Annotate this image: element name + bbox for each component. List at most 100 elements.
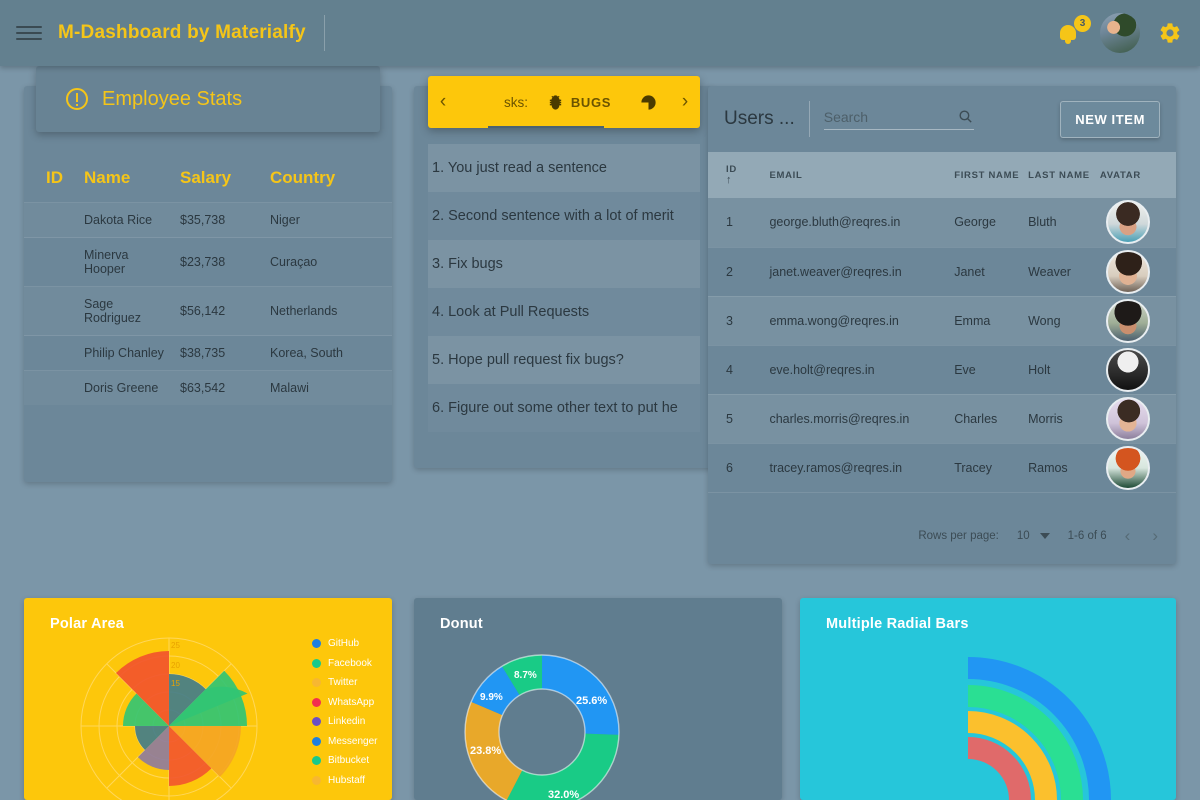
tasks-card: ‹ sks: BUGS › 1. You just read a sentenc… (414, 76, 714, 468)
table-row[interactable]: Sage Rodriguez $56,142 Netherlands (24, 286, 392, 336)
column-header-first-name[interactable]: FIRST NAME (950, 152, 1025, 198)
list-item[interactable]: 3. Fix bugs (428, 240, 700, 288)
column-header-id[interactable]: ID (24, 160, 78, 203)
bug-icon (549, 94, 561, 110)
top-bar-actions: 3 (1058, 13, 1182, 53)
avatar[interactable] (1100, 13, 1140, 53)
tab-tasks[interactable]: sks: (458, 76, 532, 128)
cell-email: tracey.ramos@reqres.in (765, 443, 951, 493)
legend-item[interactable]: GitHub (312, 638, 377, 649)
pagination: Rows per page: 10 1-6 of 6 ‹ › (708, 508, 1176, 564)
rows-per-page-select[interactable]: 10 (1017, 530, 1050, 542)
search-icon[interactable] (957, 108, 974, 125)
table-row[interactable]: 4 eve.holt@reqres.in Eve Holt (708, 345, 1176, 395)
users-table-body: 1 george.bluth@reqres.in George Bluth 2 … (708, 198, 1176, 493)
cell-avatar (1095, 345, 1176, 395)
cell-first-name: Emma (950, 296, 1025, 346)
notification-badge: 3 (1074, 15, 1091, 32)
legend-item[interactable]: Linkedin (312, 716, 377, 727)
cell-salary: $63,542 (174, 370, 264, 405)
cell-country: Netherlands (264, 286, 392, 336)
cell-salary: $38,735 (174, 335, 264, 371)
users-table: ID ↑ EMAIL FIRST NAME LAST NAME AVATAR 1… (708, 152, 1176, 493)
table-row[interactable]: 5 charles.morris@reqres.in Charles Morri… (708, 394, 1176, 444)
table-row[interactable]: 6 tracey.ramos@reqres.in Tracey Ramos (708, 443, 1176, 493)
radial-bars-chart-card: Multiple Radial Bars Vimeo: 76% Messenge… (800, 598, 1176, 800)
cell-name: Dakota Rice (78, 202, 174, 238)
page-title: M-Dashboard by Materialfy (58, 22, 306, 43)
table-row[interactable]: Doris Greene $63,542 Malawi (24, 370, 392, 405)
employee-stats-title: Employee Stats (102, 87, 243, 110)
notifications-button[interactable]: 3 (1058, 15, 1091, 46)
tab-bugs[interactable]: BUGS (532, 76, 626, 128)
tab-tasks-label: sks: (503, 94, 528, 110)
table-row[interactable]: Minerva Hooper $23,738 Curaçao (24, 237, 392, 287)
legend-label: Bitbucket (328, 755, 370, 766)
cell-last-name: Bluth (1024, 198, 1096, 248)
table-row[interactable]: Dakota Rice $35,738 Niger (24, 202, 392, 238)
legend-label: WhatsApp (328, 696, 375, 708)
donut-chart-card: Donut 25.6% 32.0% 23.8% 9.9% 8.7% A (414, 598, 782, 800)
list-item[interactable]: 1. You just read a sentence (428, 144, 700, 192)
divider (808, 101, 810, 137)
legend-item[interactable]: WhatsApp (312, 697, 377, 708)
column-header-avatar[interactable]: AVATAR (1095, 152, 1176, 198)
legend-item[interactable]: Hubstaff (312, 775, 377, 786)
legend-item[interactable]: Bitbucket (312, 755, 377, 766)
avatar (1105, 445, 1150, 490)
column-header-country[interactable]: Country (264, 160, 392, 203)
table-row[interactable]: 3 emma.wong@reqres.in Emma Wong (708, 296, 1176, 346)
column-header-email[interactable]: EMAIL (765, 152, 951, 198)
column-header-last-name[interactable]: LAST NAME (1024, 152, 1096, 198)
cell-id (24, 202, 78, 238)
cell-id: 6 (708, 443, 766, 493)
legend-label: Messenger (328, 735, 378, 747)
divider (323, 15, 325, 51)
avatar (1105, 200, 1150, 245)
cell-avatar (1095, 296, 1176, 346)
cell-last-name: Wong (1024, 296, 1096, 346)
legend-item[interactable]: Messenger (312, 736, 377, 747)
search-input[interactable] (823, 108, 957, 125)
dashboard-page: M-Dashboard by Materialfy 3 Employee Sta… (0, 0, 1200, 800)
cell-avatar (1095, 198, 1176, 248)
list-item[interactable]: 2. Second sentence with a lot of merit (428, 192, 700, 240)
legend-label: GitHub (328, 638, 360, 649)
legend-color-swatch (312, 756, 321, 765)
column-header-id[interactable]: ID ↑ (708, 152, 766, 198)
new-item-button[interactable]: NEW ITEM (1060, 100, 1160, 138)
chevron-left-icon[interactable]: ‹ (428, 91, 458, 113)
donut-label-apple: 25.6% (576, 695, 607, 707)
table-row[interactable]: Philip Chanley $38,735 Korea, South (24, 335, 392, 371)
cell-email: eve.holt@reqres.in (765, 345, 951, 395)
cell-country: Malawi (264, 370, 392, 405)
cell-first-name: George (950, 198, 1025, 248)
search-field[interactable] (823, 108, 974, 130)
cell-id: 2 (708, 247, 766, 297)
rows-per-page-value: 10 (1016, 530, 1030, 542)
table-row[interactable]: 1 george.bluth@reqres.in George Bluth (708, 198, 1176, 248)
hamburger-icon[interactable] (16, 22, 42, 44)
legend-item[interactable]: Facebook (312, 658, 377, 669)
list-item[interactable]: 4. Look at Pull Requests (428, 288, 700, 336)
list-item[interactable]: 5. Hope pull request fix bugs? (428, 336, 700, 384)
chevron-right-icon[interactable]: › (670, 91, 700, 113)
list-item[interactable]: 6. Figure out some other text to put he (428, 384, 700, 432)
tab-pie[interactable] (626, 76, 670, 128)
legend-label: Linkedin (328, 716, 366, 727)
legend-item[interactable]: Twitter (312, 677, 377, 688)
chevron-left-icon[interactable]: ‹ (1125, 526, 1131, 546)
cell-id: 4 (708, 345, 766, 395)
column-header-name[interactable]: Name (78, 160, 174, 203)
avatar (1105, 298, 1150, 343)
tasks-tab-bar: ‹ sks: BUGS › (428, 76, 700, 128)
table-row[interactable]: 2 janet.weaver@reqres.in Janet Weaver (708, 247, 1176, 297)
cell-id (24, 286, 78, 336)
polar-chart-legend: GitHub Facebook Twitter WhatsApp Linkedi… (312, 638, 377, 786)
donut-label-orange: 23.8% (470, 745, 501, 757)
chevron-right-icon[interactable]: › (1152, 526, 1158, 546)
employee-table-body: Dakota Rice $35,738 Niger Minerva Hooper… (24, 202, 392, 405)
cell-avatar (1095, 247, 1176, 297)
gear-icon[interactable] (1158, 21, 1182, 45)
column-header-salary[interactable]: Salary (174, 160, 264, 203)
